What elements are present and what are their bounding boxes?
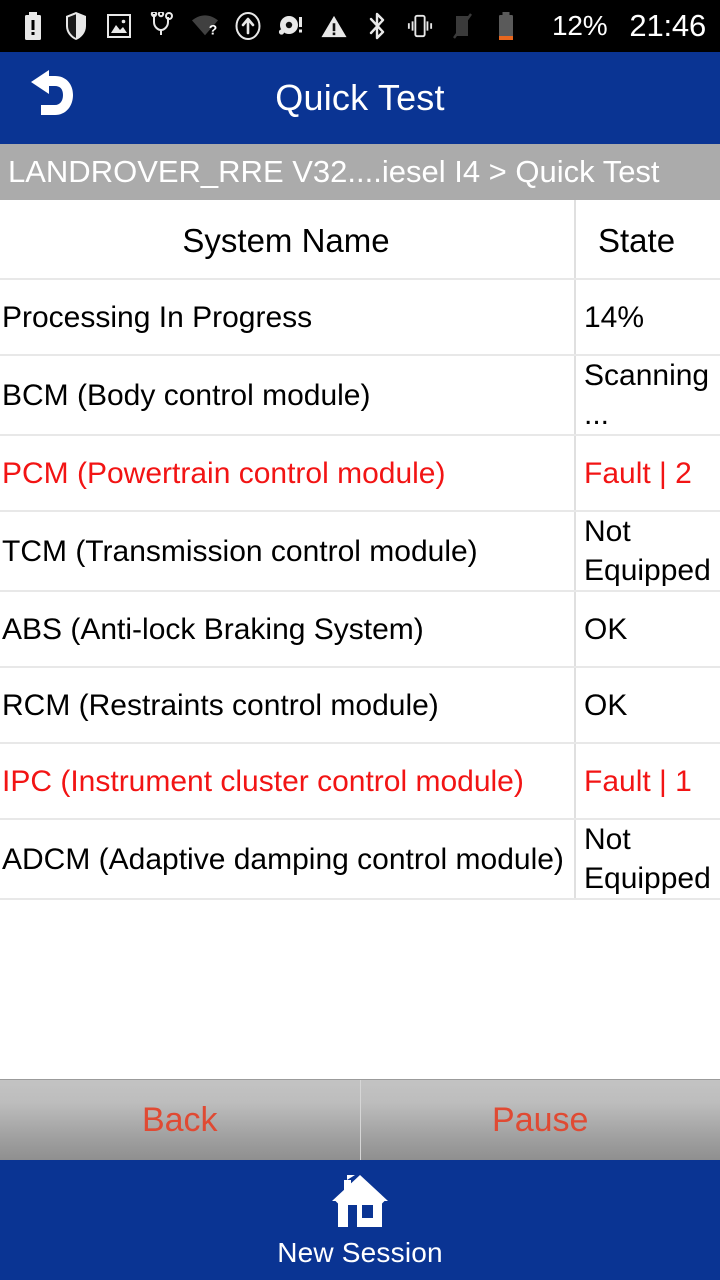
status-bar-right: 12% 21:46 <box>552 8 706 44</box>
cell-system-name: PCM (Powertrain control module) <box>0 436 576 510</box>
cell-state-text: Scanning... <box>584 359 710 431</box>
clock-label: 21:46 <box>629 8 706 43</box>
cell-state-text: Not Equipped <box>584 515 711 587</box>
signal-off-icon <box>450 11 476 41</box>
new-session-label: New Session <box>277 1236 443 1268</box>
battery-alert-icon <box>20 11 46 41</box>
page-title: Quick Test <box>275 77 445 118</box>
cell-state-text: Fault | 1 <box>584 764 692 798</box>
column-header-system-name: System Name <box>0 200 576 278</box>
image-icon <box>106 11 132 41</box>
table-row[interactable]: BCM (Body control module) Scanning... <box>0 356 720 436</box>
pause-action-button[interactable]: Pause <box>360 1080 720 1160</box>
battery-percent-label: 12% <box>551 10 608 41</box>
disc-alert-icon <box>278 11 304 41</box>
breadcrumb-text: LANDROVER_RRE V32....iesel I4 > Quick Te… <box>8 154 660 189</box>
home-icon <box>329 1172 391 1235</box>
status-bar: ? 12% 21:46 <box>0 0 720 52</box>
system-table: System Name State Processing In Progress… <box>0 200 720 1079</box>
table-row[interactable]: ADCM (Adaptive damping control module) No… <box>0 820 720 900</box>
back-action-button[interactable]: Back <box>0 1080 361 1160</box>
shield-icon <box>63 11 89 41</box>
wifi-unknown-icon: ? <box>192 11 218 41</box>
breadcrumb: LANDROVER_RRE V32....iesel I4 > Quick Te… <box>0 144 720 200</box>
new-session-button[interactable]: New Session <box>277 1172 443 1269</box>
vibrate-icon <box>407 11 433 41</box>
table-empty-space <box>0 900 720 1079</box>
stethoscope-icon <box>149 11 175 41</box>
cell-system-name: ABS (Anti-lock Braking System) <box>0 592 576 666</box>
battery-low-icon <box>493 11 519 41</box>
table-body: Processing In Progress 14% BCM (Body contr… <box>0 280 720 900</box>
cell-state-text: 14% <box>584 300 645 334</box>
bluetooth-icon <box>364 11 390 41</box>
table-header-row: System Name State <box>0 200 720 280</box>
cell-system-name: RCM (Restraints control module) <box>0 668 576 742</box>
status-bar-icons: ? <box>20 11 540 41</box>
bottom-navigation-bar: New Session <box>0 1160 720 1280</box>
cell-state: Not Equipped <box>576 820 720 898</box>
back-arrow-icon <box>19 69 77 127</box>
cell-system-name: BCM (Body control module) <box>0 356 576 434</box>
cell-system-name: IPC (Instrument cluster control module) <box>0 744 576 818</box>
cell-state: OK <box>576 668 720 742</box>
cell-state-text: OK <box>584 612 628 646</box>
back-button[interactable] <box>0 52 96 144</box>
cell-state-text: Not Equipped <box>584 823 711 895</box>
cell-system-name: TCM (Transmission control module) <box>0 512 576 590</box>
cell-state: Fault | 2 <box>576 436 720 510</box>
cell-state: Fault | 1 <box>576 744 720 818</box>
cell-state: OK <box>576 592 720 666</box>
table-row[interactable]: PCM (Powertrain control module) Fault | 2 <box>0 436 720 512</box>
table-row[interactable]: RCM (Restraints control module) OK <box>0 668 720 744</box>
table-row[interactable]: IPC (Instrument cluster control module) F… <box>0 744 720 820</box>
cell-state: Not Equipped <box>576 512 720 590</box>
table-row[interactable]: TCM (Transmission control module) Not Equ… <box>0 512 720 592</box>
cell-state: 14% <box>576 280 720 354</box>
app-screen: ? 12% 21:46 Quick Test LANDROVER_RRE V32… <box>0 0 720 1280</box>
cell-state-text: Fault | 2 <box>584 456 692 490</box>
svg-text:?: ? <box>209 21 218 37</box>
upload-circle-icon <box>235 11 261 41</box>
cell-system-name: ADCM (Adaptive damping control module) <box>0 820 576 898</box>
warning-triangle-icon <box>321 11 347 41</box>
cell-system-name: Processing In Progress <box>0 280 576 354</box>
table-row[interactable]: Processing In Progress 14% <box>0 280 720 356</box>
title-bar: Quick Test <box>0 52 720 144</box>
cell-state-text: OK <box>584 688 628 722</box>
action-bar: Back Pause <box>0 1079 720 1160</box>
column-header-state: State <box>598 221 676 259</box>
cell-state: Scanning... <box>576 356 720 434</box>
table-row[interactable]: ABS (Anti-lock Braking System) OK <box>0 592 720 668</box>
